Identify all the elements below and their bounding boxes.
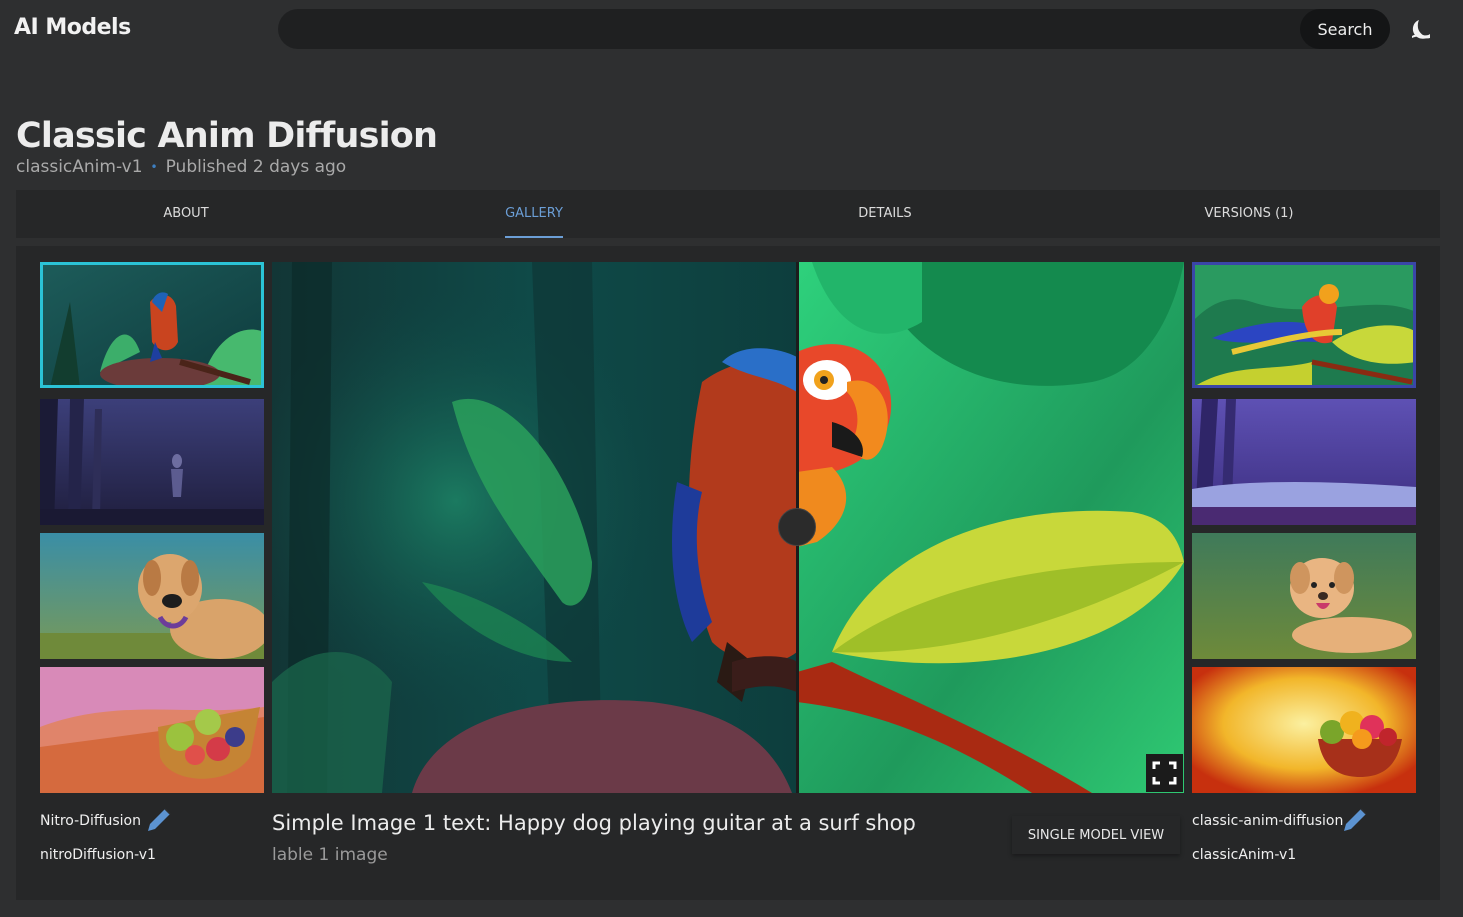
app-logo[interactable]: AI Models bbox=[14, 15, 131, 40]
right-model-version: classicAnim-v1 bbox=[1192, 847, 1297, 863]
tab-about[interactable]: ABOUT bbox=[16, 190, 356, 238]
left-thumb-forest-figure[interactable] bbox=[40, 399, 264, 525]
right-pencil-icon[interactable] bbox=[1340, 805, 1370, 835]
image-caption-sub: lable 1 image bbox=[272, 845, 388, 865]
left-thumb-parrot[interactable] bbox=[40, 262, 264, 388]
right-thumb-forest-lake[interactable] bbox=[1192, 399, 1416, 525]
separator-dot: • bbox=[150, 160, 158, 174]
tab-versions[interactable]: VERSIONS (1) bbox=[1058, 190, 1440, 238]
right-thumb-dog[interactable] bbox=[1192, 533, 1416, 659]
model-meta: classicAnim-v1 • Published 2 days ago bbox=[16, 157, 346, 177]
left-model-name[interactable]: Nitro-Diffusion bbox=[40, 813, 141, 829]
page-title: Classic Anim Diffusion bbox=[16, 116, 438, 156]
moon-icon[interactable] bbox=[1406, 16, 1434, 44]
right-model-name[interactable]: classic-anim-diffusion bbox=[1192, 813, 1343, 829]
left-thumb-fruit-bowl[interactable] bbox=[40, 667, 264, 793]
search-input[interactable] bbox=[292, 17, 1282, 41]
fullscreen-icon[interactable] bbox=[1146, 754, 1183, 792]
active-tab-indicator bbox=[505, 236, 563, 238]
top-bar: AI Models Search bbox=[0, 0, 1463, 58]
search-bar: Search bbox=[278, 9, 1390, 49]
left-thumb-dog[interactable] bbox=[40, 533, 264, 659]
left-model-version: nitroDiffusion-v1 bbox=[40, 847, 156, 863]
right-thumb-parrot[interactable] bbox=[1192, 262, 1416, 388]
comparison-viewer[interactable] bbox=[272, 262, 1184, 793]
tab-details[interactable]: DETAILS bbox=[712, 190, 1058, 238]
comparison-slider-handle[interactable] bbox=[778, 508, 816, 546]
image-caption: Simple Image 1 text: Happy dog playing g… bbox=[272, 811, 916, 835]
published-date: Published 2 days ago bbox=[165, 157, 347, 177]
tab-gallery[interactable]: GALLERY bbox=[356, 190, 712, 238]
single-model-view-button[interactable]: SINGLE MODEL VIEW bbox=[1012, 816, 1180, 854]
tab-bar: ABOUT GALLERY DETAILS VERSIONS (1) bbox=[16, 190, 1440, 238]
left-pencil-icon[interactable] bbox=[144, 805, 174, 835]
search-button[interactable]: Search bbox=[1300, 9, 1390, 49]
model-version: classicAnim-v1 bbox=[16, 157, 143, 177]
right-thumb-fruit-bowl[interactable] bbox=[1192, 667, 1416, 793]
